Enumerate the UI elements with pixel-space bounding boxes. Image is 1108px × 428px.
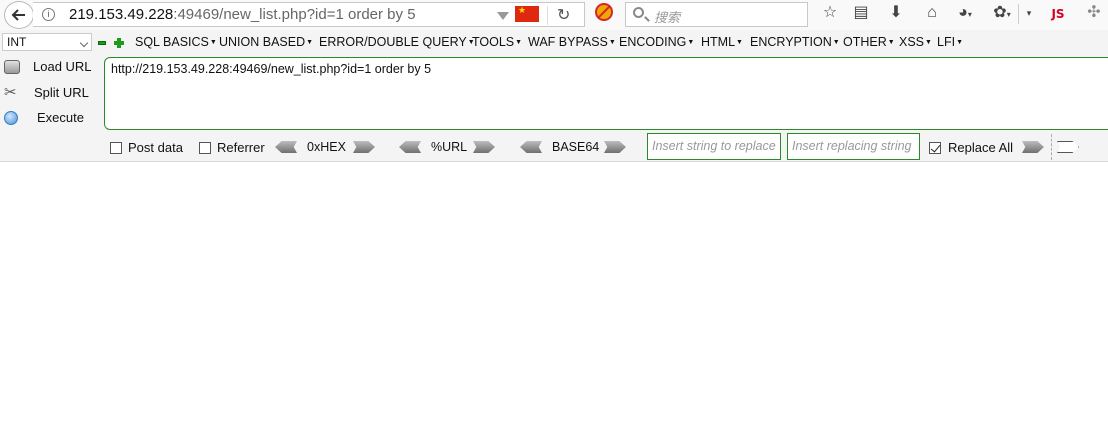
url-decode-arrow-icon[interactable] — [399, 141, 421, 153]
post-data-checkbox[interactable] — [110, 142, 122, 154]
menu-sql-basics[interactable]: SQL BASICS▼ — [135, 35, 217, 49]
menu-waf-bypass[interactable]: WAF BYPASS▼ — [528, 35, 616, 49]
menu-error-double-query[interactable]: ERROR/DOUBLE QUERY▼ — [319, 35, 475, 49]
url-encode-label: %URL — [431, 140, 468, 154]
menu-other[interactable]: OTHER▼ — [843, 35, 895, 49]
replacing-string-input[interactable]: Insert replacing string — [787, 133, 920, 160]
divider — [1051, 134, 1052, 160]
search-input[interactable]: 搜索 — [654, 7, 680, 26]
block-icon[interactable] — [595, 3, 613, 21]
increase-icon[interactable] — [114, 38, 124, 48]
base64-encode-arrow-icon[interactable] — [604, 141, 626, 153]
hex-label: 0xHEX — [307, 140, 346, 154]
load-url-icon — [4, 60, 20, 74]
hex-decode-arrow-icon[interactable] — [275, 141, 297, 153]
reverse-replace-arrow-icon[interactable] — [1057, 141, 1079, 153]
decrease-icon[interactable] — [98, 41, 106, 45]
download-icon[interactable]: ⬇ — [886, 3, 906, 25]
js-icon[interactable]: JS — [1045, 3, 1071, 25]
url-text[interactable]: 219.153.49.228:49469/new_list.php?id=1 o… — [69, 6, 416, 23]
menu-encryption[interactable]: ENCRYPTION▼ — [750, 35, 840, 49]
china-flag-icon: ★ — [515, 5, 539, 22]
url-path: :49469/new_list.php?id=1 order by 5 — [173, 6, 416, 23]
home-icon[interactable]: ⌂ — [922, 3, 942, 25]
browser-navbar: i 219.153.49.228:49469/new_list.php?id=1… — [0, 0, 1108, 30]
menu-chevron-icon[interactable]: ▾ — [1022, 3, 1036, 25]
search-icon — [633, 7, 644, 18]
back-button[interactable] — [4, 1, 34, 29]
menu-encoding[interactable]: ENCODING▼ — [619, 35, 694, 49]
url-textarea[interactable]: http://219.153.49.228:49469/new_list.php… — [104, 57, 1108, 130]
divider — [1018, 4, 1019, 24]
base64-decode-arrow-icon[interactable] — [520, 141, 542, 153]
divider — [547, 6, 548, 25]
globe-icon[interactable]: ◕▾ — [952, 3, 978, 25]
split-url-label: Split URL — [34, 85, 89, 100]
execute-icon — [4, 111, 18, 125]
search-bar[interactable]: 搜索 — [625, 2, 808, 27]
post-data-label: Post data — [128, 140, 183, 155]
referrer-checkbox[interactable] — [199, 142, 211, 154]
base64-label: BASE64 — [552, 140, 600, 154]
execute-label: Execute — [37, 110, 84, 125]
menu-xss[interactable]: XSS▼ — [899, 35, 932, 49]
url-bar[interactable]: i 219.153.49.228:49469/new_list.php?id=1… — [33, 2, 585, 27]
hex-encode-arrow-icon[interactable] — [353, 141, 375, 153]
hackbar-panel: INT SQL BASICS▼ UNION BASED▼ ERROR/DOUBL… — [0, 30, 1108, 162]
referrer-label: Referrer — [217, 140, 265, 155]
load-url-button[interactable]: Load URL — [0, 56, 95, 80]
menu-tools[interactable]: TOOLS▼ — [472, 35, 522, 49]
load-url-label: Load URL — [33, 59, 92, 74]
injection-type-select[interactable]: INT — [2, 33, 92, 51]
menu-union-based[interactable]: UNION BASED▼ — [219, 35, 313, 49]
execute-button[interactable]: Execute — [0, 107, 95, 131]
extension-icon[interactable]: ✣ — [1084, 3, 1104, 25]
replace-all-checkbox[interactable] — [929, 142, 941, 154]
scissors-icon: ✂ — [4, 84, 17, 101]
back-icon — [11, 9, 25, 21]
info-icon[interactable]: i — [42, 8, 55, 21]
menu-html[interactable]: HTML▼ — [701, 35, 743, 49]
menu-lfi[interactable]: LFI▼ — [937, 35, 963, 49]
url-host: 219.153.49.228 — [69, 6, 174, 23]
reading-list-icon[interactable]: ▤ — [851, 3, 871, 25]
replace-arrow-icon[interactable] — [1022, 141, 1044, 153]
dropmarker-icon[interactable] — [497, 12, 509, 20]
replace-string-input[interactable]: Insert string to replace — [647, 133, 781, 160]
split-url-button[interactable]: ✂ Split URL — [0, 82, 95, 106]
palette-icon[interactable]: ✿▾ — [989, 3, 1015, 25]
reload-icon[interactable]: ↻ — [557, 5, 570, 25]
bookmark-star-icon[interactable]: ☆ — [820, 3, 840, 25]
url-encode-arrow-icon[interactable] — [473, 141, 495, 153]
replace-all-label: Replace All — [948, 140, 1014, 155]
